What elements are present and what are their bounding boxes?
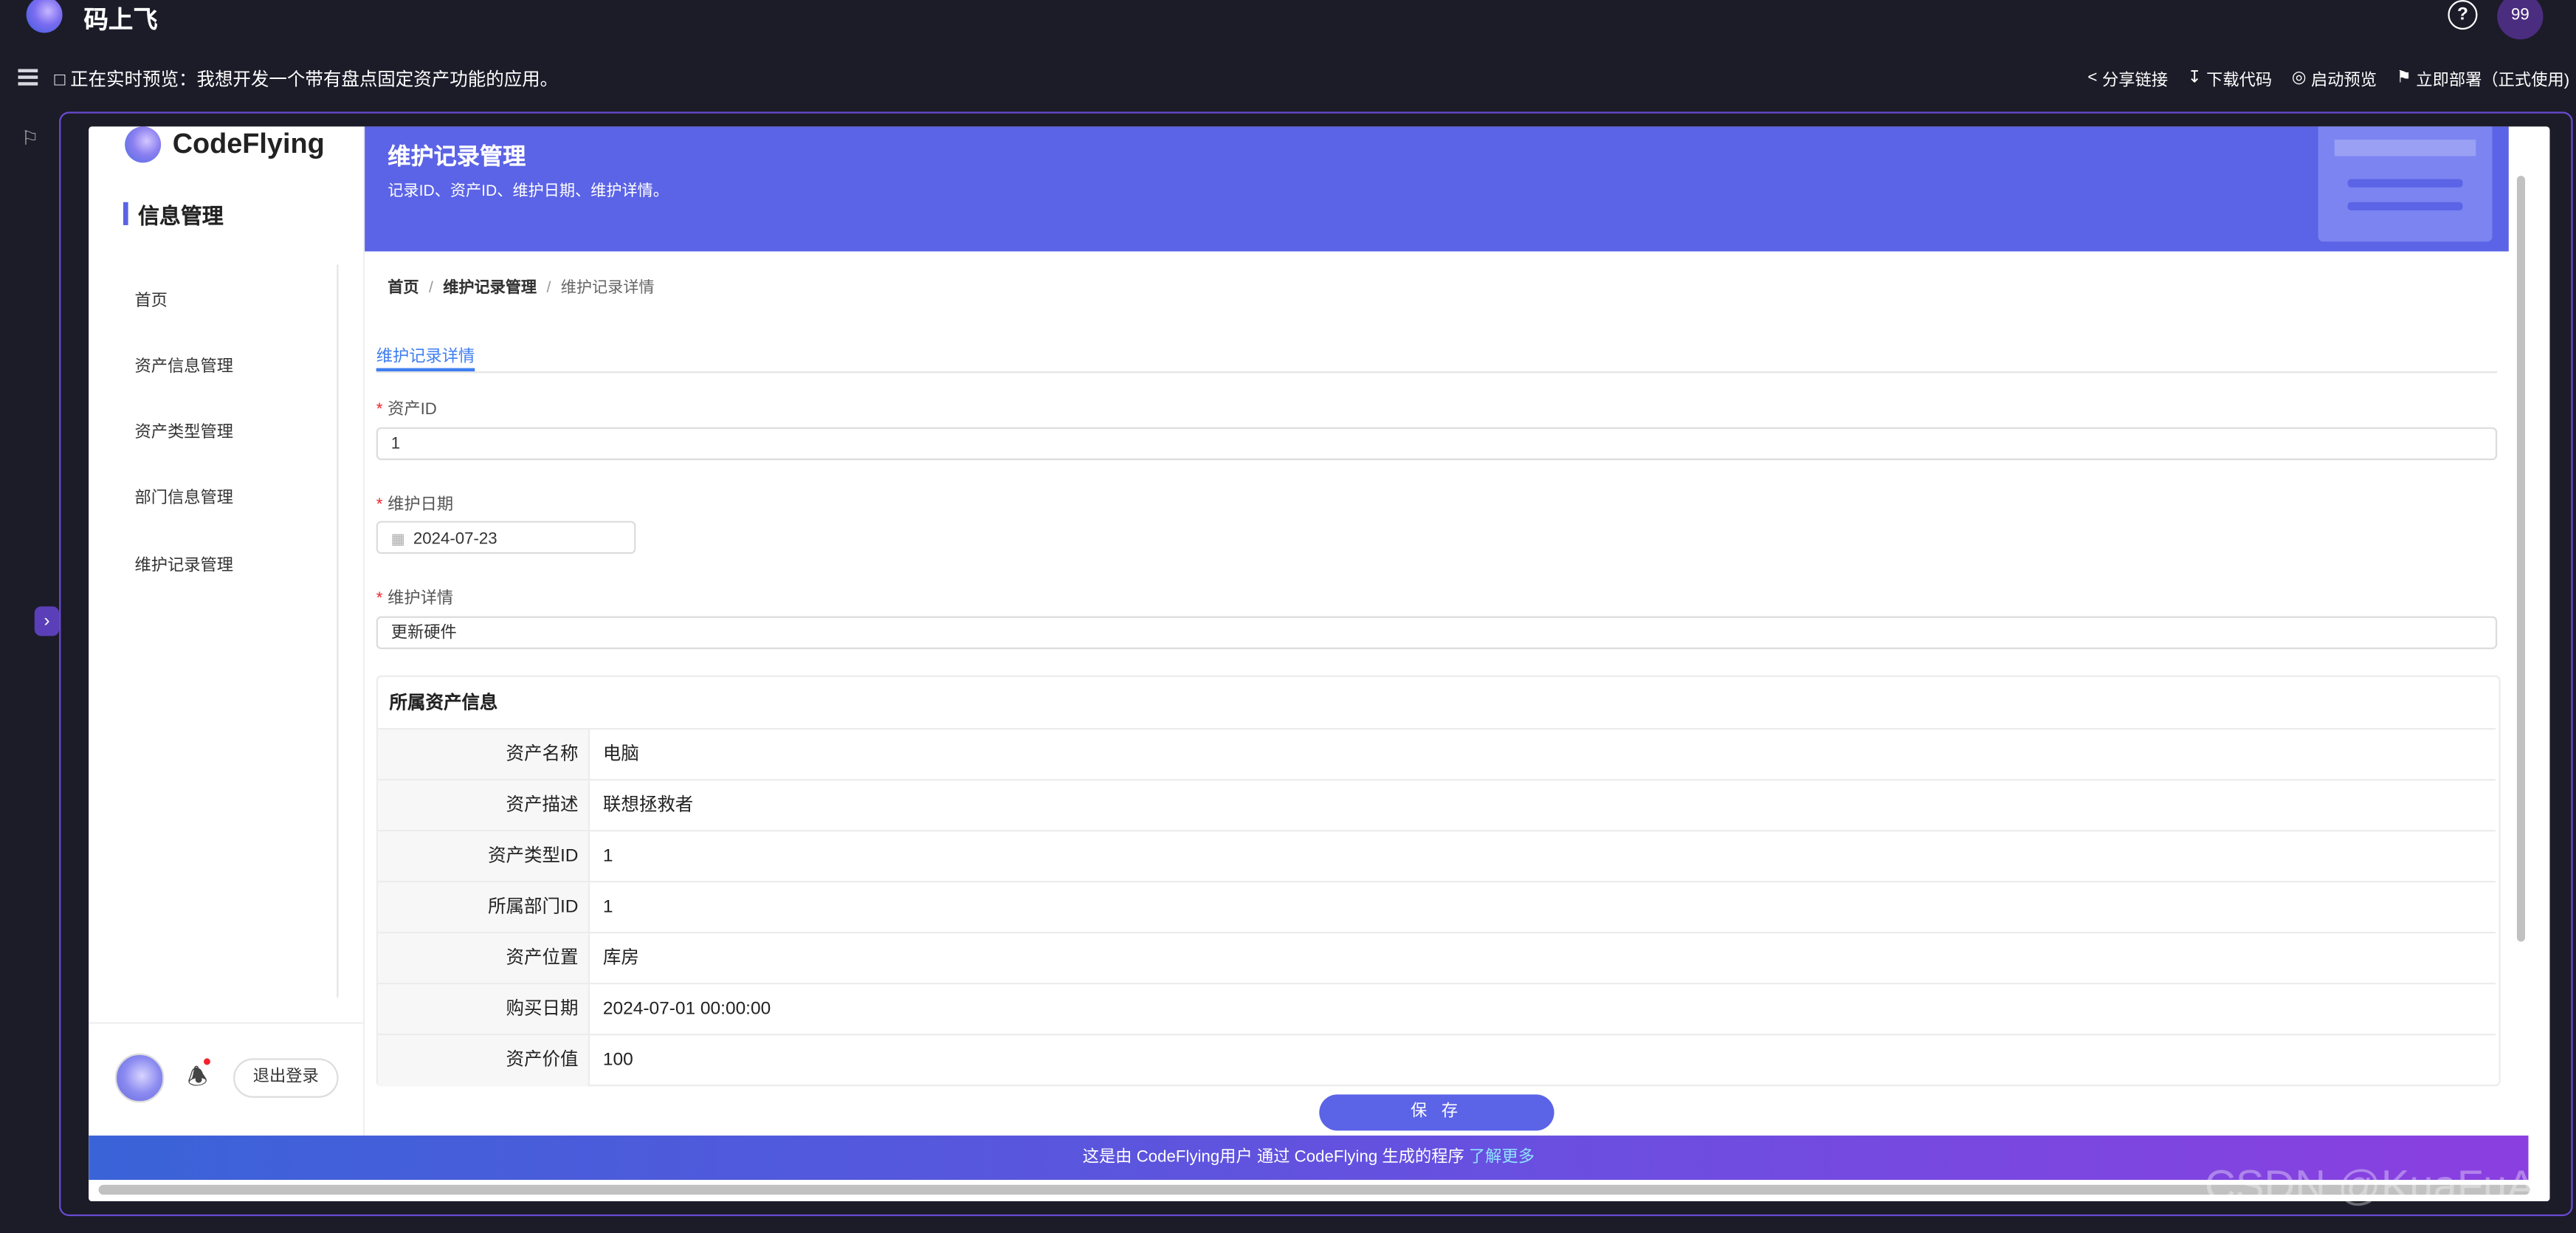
- table-row: 资产价值 100: [377, 1034, 2496, 1087]
- row-key: 资产类型ID: [377, 831, 590, 883]
- app-logo: [26, 0, 63, 33]
- asset-id-label: * 资产ID: [376, 401, 437, 419]
- breadcrumb-home[interactable]: 首页: [388, 279, 419, 297]
- row-value: 1: [602, 846, 613, 866]
- horizontal-scrollbar[interactable]: [89, 1180, 2550, 1202]
- detail-label: * 维护详情: [376, 590, 454, 608]
- bell-icon[interactable]: 🕭: [187, 1060, 208, 1099]
- breadcrumb: 首页 / 维护记录管理 / 维护记录详情: [388, 279, 655, 298]
- side-flag-icon[interactable]: ⚐: [21, 126, 39, 149]
- share-icon: <: [2087, 69, 2098, 87]
- row-value: 2024-07-01 00:00:00: [602, 999, 771, 1019]
- calendar-icon: ▦: [390, 530, 405, 548]
- sidebar-item-department[interactable]: 部门信息管理: [135, 483, 234, 507]
- vertical-scrollbar[interactable]: [2512, 126, 2529, 1202]
- sidebar: CodeFlying 信息管理 首页 资产信息管理 资产类型管理 部门信息管理 …: [89, 126, 365, 1202]
- logout-button[interactable]: 退出登录: [233, 1058, 339, 1098]
- row-key: 资产位置: [377, 933, 590, 985]
- row-key: 所属部门ID: [377, 882, 590, 934]
- brand-title: CodeFlying: [172, 128, 325, 159]
- banner-illustration: [2318, 126, 2493, 242]
- start-preview-button[interactable]: ◎ 启动预览: [2292, 66, 2377, 90]
- row-value: 1: [602, 897, 613, 917]
- main-content: 首页 / 维护记录管理 / 维护记录详情 维护记录详情 * 资产ID 1 * 维护日期 ▦ 2…: [365, 251, 2509, 1136]
- sidebar-section-title: 信息管理: [137, 203, 224, 229]
- table-row: 购买日期 2024-07-01 00:00:00: [377, 983, 2496, 1036]
- detail-input[interactable]: 更新硬件: [376, 616, 2498, 650]
- tab-divider: [376, 371, 2498, 374]
- section-accent-bar: [123, 202, 128, 225]
- date-picker[interactable]: ▦ 2024-07-23: [376, 521, 636, 554]
- save-button[interactable]: 保 存: [1319, 1094, 1554, 1131]
- breadcrumb-current: 维护记录详情: [560, 279, 655, 298]
- preview-status-label: 正在实时预览：我想开发一个带有盘点固定资产功能的应用。: [70, 70, 559, 91]
- page-subtitle: 记录ID、资产ID、维护日期、维护详情。: [388, 182, 669, 201]
- flag-icon: ⚑: [2396, 69, 2411, 87]
- page-title: 维护记录管理: [388, 142, 526, 170]
- row-value: 电脑: [602, 744, 639, 764]
- tab-maintenance-detail[interactable]: 维护记录详情: [376, 342, 475, 366]
- date-label: * 维护日期: [376, 496, 454, 515]
- asset-info-title: 所属资产信息: [389, 693, 498, 713]
- avatar[interactable]: [114, 1053, 165, 1103]
- row-value: 联想拯救者: [602, 795, 694, 815]
- deploy-button[interactable]: ⚑ 立即部署（正式使用): [2397, 66, 2569, 90]
- sidebar-item-home[interactable]: 首页: [135, 286, 168, 310]
- sidebar-item-asset-type[interactable]: 资产类型管理: [135, 417, 234, 442]
- asset-id-input[interactable]: 1: [376, 427, 2498, 461]
- breadcrumb-maintenance[interactable]: 维护记录管理: [443, 279, 537, 297]
- sidebar-item-asset-info[interactable]: 资产信息管理: [135, 351, 234, 376]
- page-banner: 维护记录管理 记录ID、资产ID、维护日期、维护详情。: [365, 126, 2509, 252]
- row-key: 资产描述: [377, 780, 590, 832]
- table-row: 资产描述 联想拯救者: [377, 779, 2496, 832]
- sidebar-item-maintenance[interactable]: 维护记录管理: [135, 551, 234, 575]
- expand-panel-button[interactable]: ›: [34, 606, 60, 636]
- footer-text: 这是由 CodeFlying用户 通过 CodeFlying 生成的程序: [1082, 1148, 1464, 1167]
- row-value: 库房: [602, 948, 639, 968]
- watermark: CSDN @KuaFuAI: [2205, 1160, 2548, 1210]
- table-row: 资产类型ID 1: [377, 830, 2496, 883]
- divider: [89, 1022, 363, 1024]
- share-link-button[interactable]: < 分享链接: [2087, 66, 2168, 90]
- preview-status-text: □ 正在实时预览：我想开发一个带有盘点固定资产功能的应用。: [54, 66, 558, 92]
- chat-icon: □: [54, 70, 66, 91]
- table-row: 资产位置 库房: [377, 932, 2496, 985]
- app-window: 码上飞 ? 99 □ 正在实时预览：我想开发一个带有盘点固定资产功能的应用。 <…: [0, 0, 2576, 1233]
- learn-more-link[interactable]: 了解更多: [1469, 1149, 1535, 1167]
- help-icon[interactable]: ?: [2448, 0, 2478, 30]
- table-row: 所属部门ID 1: [377, 881, 2496, 934]
- menu-icon[interactable]: [18, 69, 38, 85]
- notification-dot: [203, 1058, 210, 1065]
- app-title: 码上飞: [83, 6, 158, 35]
- top-actions: < 分享链接 ↧ 下载代码 ◎ 启动预览 ⚑ 立即部署（正式使用): [2087, 66, 2569, 90]
- table-row: 资产名称 电脑: [377, 728, 2496, 781]
- row-value: 100: [602, 1050, 633, 1070]
- download-code-button[interactable]: ↧ 下载代码: [2188, 66, 2272, 90]
- footer-banner: 这是由 CodeFlying用户 通过 CodeFlying 生成的程序 了解更…: [89, 1136, 2529, 1181]
- download-icon: ↧: [2187, 69, 2202, 87]
- play-icon: ◎: [2291, 69, 2307, 87]
- row-key: 资产价值: [377, 1035, 590, 1087]
- sidebar-scrollbar[interactable]: [337, 264, 339, 998]
- preview-frame: CodeFlying 信息管理 首页 资产信息管理 资产类型管理 部门信息管理 …: [89, 126, 2550, 1202]
- row-key: 购买日期: [377, 984, 590, 1036]
- user-avatar-badge[interactable]: 99: [2497, 0, 2544, 40]
- row-key: 资产名称: [377, 729, 590, 781]
- codeflying-logo: [125, 126, 162, 163]
- asset-info-panel: 所属资产信息 资产名称 电脑 资产描述 联想拯救者 资产类型ID 1 所属部门ID 1 …: [376, 675, 2501, 1087]
